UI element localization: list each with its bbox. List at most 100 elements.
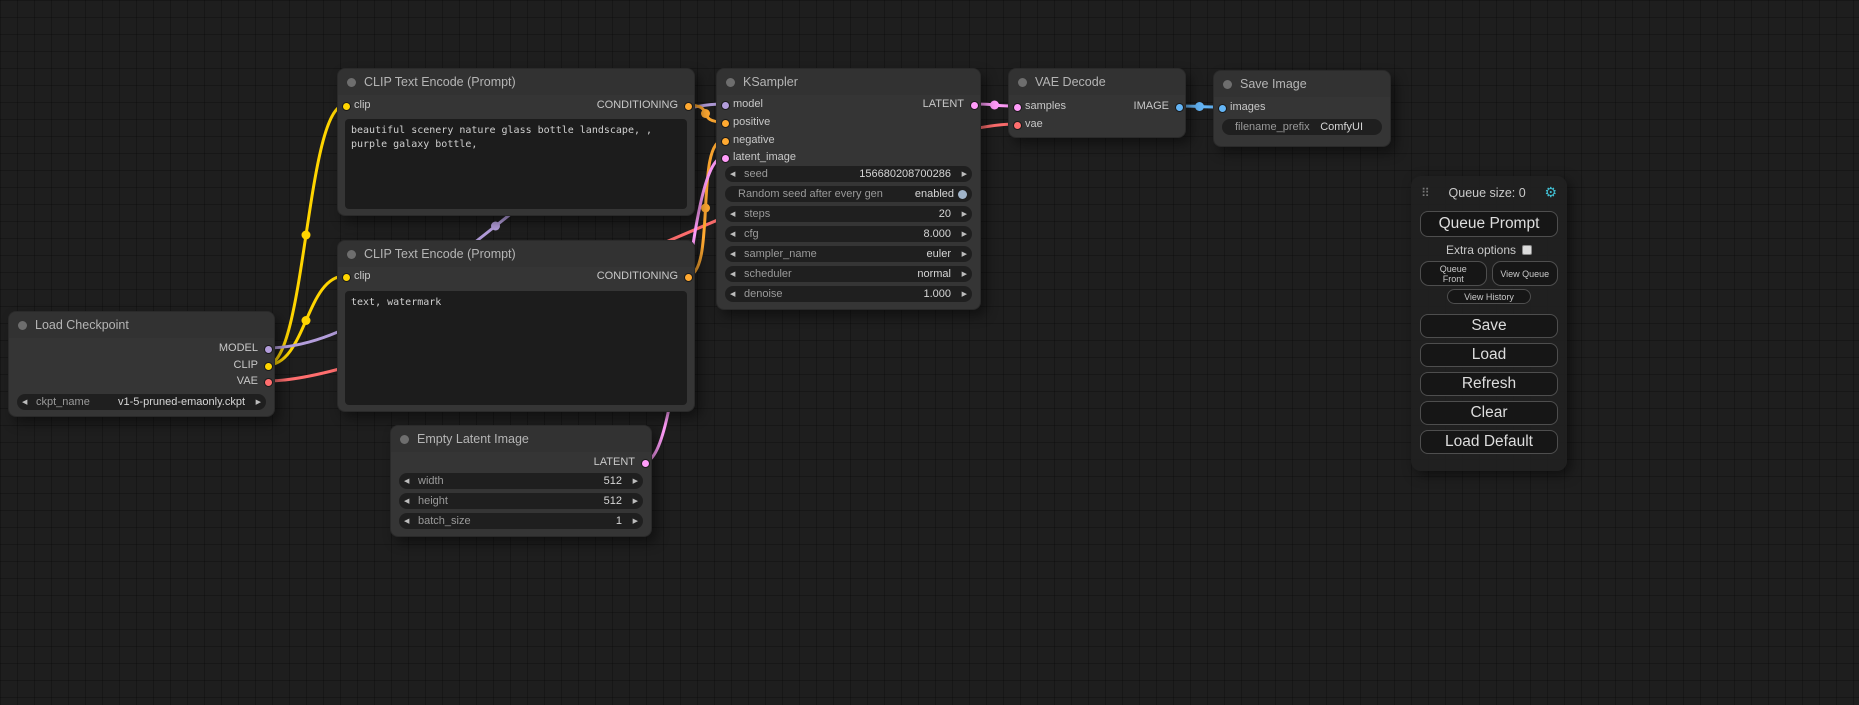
port-negative-input[interactable] [721,137,730,146]
arrow-left-icon[interactable]: ◀ [730,271,740,278]
arrow-left-icon[interactable]: ◀ [730,291,740,298]
arrow-right-icon[interactable]: ▶ [957,171,967,178]
arrow-right-icon[interactable]: ▶ [251,399,261,406]
node-clip-text-encode-positive[interactable]: CLIP Text Encode (Prompt) clip CONDITION… [337,68,695,216]
arrow-right-icon[interactable]: ▶ [957,231,967,238]
widget-name: cfg [744,228,759,240]
clear-button[interactable]: Clear [1420,401,1558,425]
output-label-image: IMAGE [1134,100,1169,112]
widget-value: normal [917,268,951,280]
queue-menu-panel[interactable]: ⠿ Queue size: 0 ⚙ Queue Prompt Extra opt… [1411,176,1567,471]
node-empty-latent-image[interactable]: Empty Latent Image LATENT ◀ width 512 ▶ … [390,425,652,537]
port-images-input[interactable] [1218,104,1227,113]
arrow-left-icon[interactable]: ◀ [730,231,740,238]
port-conditioning-output[interactable] [684,273,693,282]
load-default-button[interactable]: Load Default [1420,430,1558,454]
node-header[interactable]: CLIP Text Encode (Prompt) [338,241,694,267]
port-vae-output[interactable] [264,378,273,387]
arrow-right-icon[interactable]: ▶ [957,291,967,298]
node-graph-canvas[interactable]: Load Checkpoint MODEL CLIP VAE ◀ ckpt_na… [0,0,1859,705]
prompt-textarea[interactable]: text, watermark [345,291,687,405]
widget-batch-size[interactable]: ◀ batch_size 1 ▶ [399,513,643,529]
widget-cfg[interactable]: ◀ cfg 8.000 ▶ [725,226,972,242]
port-vae-input[interactable] [1013,121,1022,130]
port-conditioning-output[interactable] [684,102,693,111]
prompt-textarea[interactable]: beautiful scenery nature glass bottle la… [345,119,687,209]
widget-random-seed-toggle[interactable]: Random seed after every gen enabled [725,186,972,202]
widget-name: scheduler [744,268,792,280]
node-vae-decode[interactable]: VAE Decode samples vae IMAGE [1008,68,1186,138]
collapse-dot[interactable] [1018,78,1027,87]
node-header[interactable]: Load Checkpoint [9,312,274,338]
arrow-left-icon[interactable]: ◀ [404,478,414,485]
view-history-button[interactable]: View History [1447,289,1531,304]
save-button[interactable]: Save [1420,314,1558,338]
port-samples-input[interactable] [1013,103,1022,112]
port-clip-output[interactable] [264,362,273,371]
widget-height[interactable]: ◀ height 512 ▶ [399,493,643,509]
widget-name: seed [744,168,768,180]
collapse-dot[interactable] [400,435,409,444]
port-model-input[interactable] [721,101,730,110]
widget-width[interactable]: ◀ width 512 ▶ [399,473,643,489]
collapse-dot[interactable] [347,250,356,259]
node-header[interactable]: VAE Decode [1009,69,1185,95]
arrow-right-icon[interactable]: ▶ [957,251,967,258]
arrow-left-icon[interactable]: ◀ [730,171,740,178]
extra-options-checkbox[interactable] [1522,245,1532,255]
port-latent-output[interactable] [641,459,650,468]
arrow-left-icon[interactable]: ◀ [730,251,740,258]
port-model-output[interactable] [264,345,273,354]
arrow-right-icon[interactable]: ▶ [957,271,967,278]
queue-front-button[interactable]: Queue Front [1420,261,1487,286]
collapse-dot[interactable] [18,321,27,330]
arrow-right-icon[interactable]: ▶ [957,211,967,218]
node-header[interactable]: Save Image [1214,71,1390,97]
link-midpoint-dot [701,204,710,213]
widget-steps[interactable]: ◀ steps 20 ▶ [725,206,972,222]
widget-ckpt-name[interactable]: ◀ ckpt_name v1-5-pruned-emaonly.ckpt ▶ [17,394,266,410]
widget-value: ComfyUI [1320,121,1363,133]
input-label-positive: positive [733,116,770,128]
arrow-left-icon[interactable]: ◀ [730,211,740,218]
port-positive-input[interactable] [721,119,730,128]
widget-seed[interactable]: ◀ seed 156680208700286 ▶ [725,166,972,182]
gear-icon[interactable]: ⚙ [1544,184,1557,201]
port-clip-input[interactable] [342,102,351,111]
widget-sampler-name[interactable]: ◀ sampler_name euler ▶ [725,246,972,262]
port-latent-output[interactable] [970,101,979,110]
load-button[interactable]: Load [1420,343,1558,367]
refresh-button[interactable]: Refresh [1420,372,1558,396]
port-image-output[interactable] [1175,103,1184,112]
arrow-left-icon[interactable]: ◀ [22,399,32,406]
arrow-right-icon[interactable]: ▶ [628,478,638,485]
widget-scheduler[interactable]: ◀ scheduler normal ▶ [725,266,972,282]
collapse-dot[interactable] [1223,80,1232,89]
input-label-negative: negative [733,134,775,146]
node-header[interactable]: CLIP Text Encode (Prompt) [338,69,694,95]
drag-handle-icon[interactable]: ⠿ [1421,186,1430,200]
arrow-right-icon[interactable]: ▶ [628,498,638,505]
port-latent-image-input[interactable] [721,154,730,163]
arrow-right-icon[interactable]: ▶ [628,518,638,525]
input-label-model: model [733,98,763,110]
node-load-checkpoint[interactable]: Load Checkpoint MODEL CLIP VAE ◀ ckpt_na… [8,311,275,417]
view-queue-button[interactable]: View Queue [1492,261,1559,286]
widget-denoise[interactable]: ◀ denoise 1.000 ▶ [725,286,972,302]
node-clip-text-encode-negative[interactable]: CLIP Text Encode (Prompt) clip CONDITION… [337,240,695,412]
toggle-dot[interactable] [958,190,967,199]
node-title: Empty Latent Image [417,432,529,446]
node-header[interactable]: KSampler [717,69,980,95]
node-ksampler[interactable]: KSampler model positive negative latent_… [716,68,981,310]
widget-name: filename_prefix [1235,121,1310,133]
port-clip-input[interactable] [342,273,351,282]
node-title: KSampler [743,75,798,89]
widget-filename-prefix[interactable]: filename_prefix ComfyUI [1222,119,1382,135]
arrow-left-icon[interactable]: ◀ [404,518,414,525]
arrow-left-icon[interactable]: ◀ [404,498,414,505]
node-save-image[interactable]: Save Image images filename_prefix ComfyU… [1213,70,1391,147]
queue-prompt-button[interactable]: Queue Prompt [1420,211,1558,237]
collapse-dot[interactable] [726,78,735,87]
node-header[interactable]: Empty Latent Image [391,426,651,452]
collapse-dot[interactable] [347,78,356,87]
